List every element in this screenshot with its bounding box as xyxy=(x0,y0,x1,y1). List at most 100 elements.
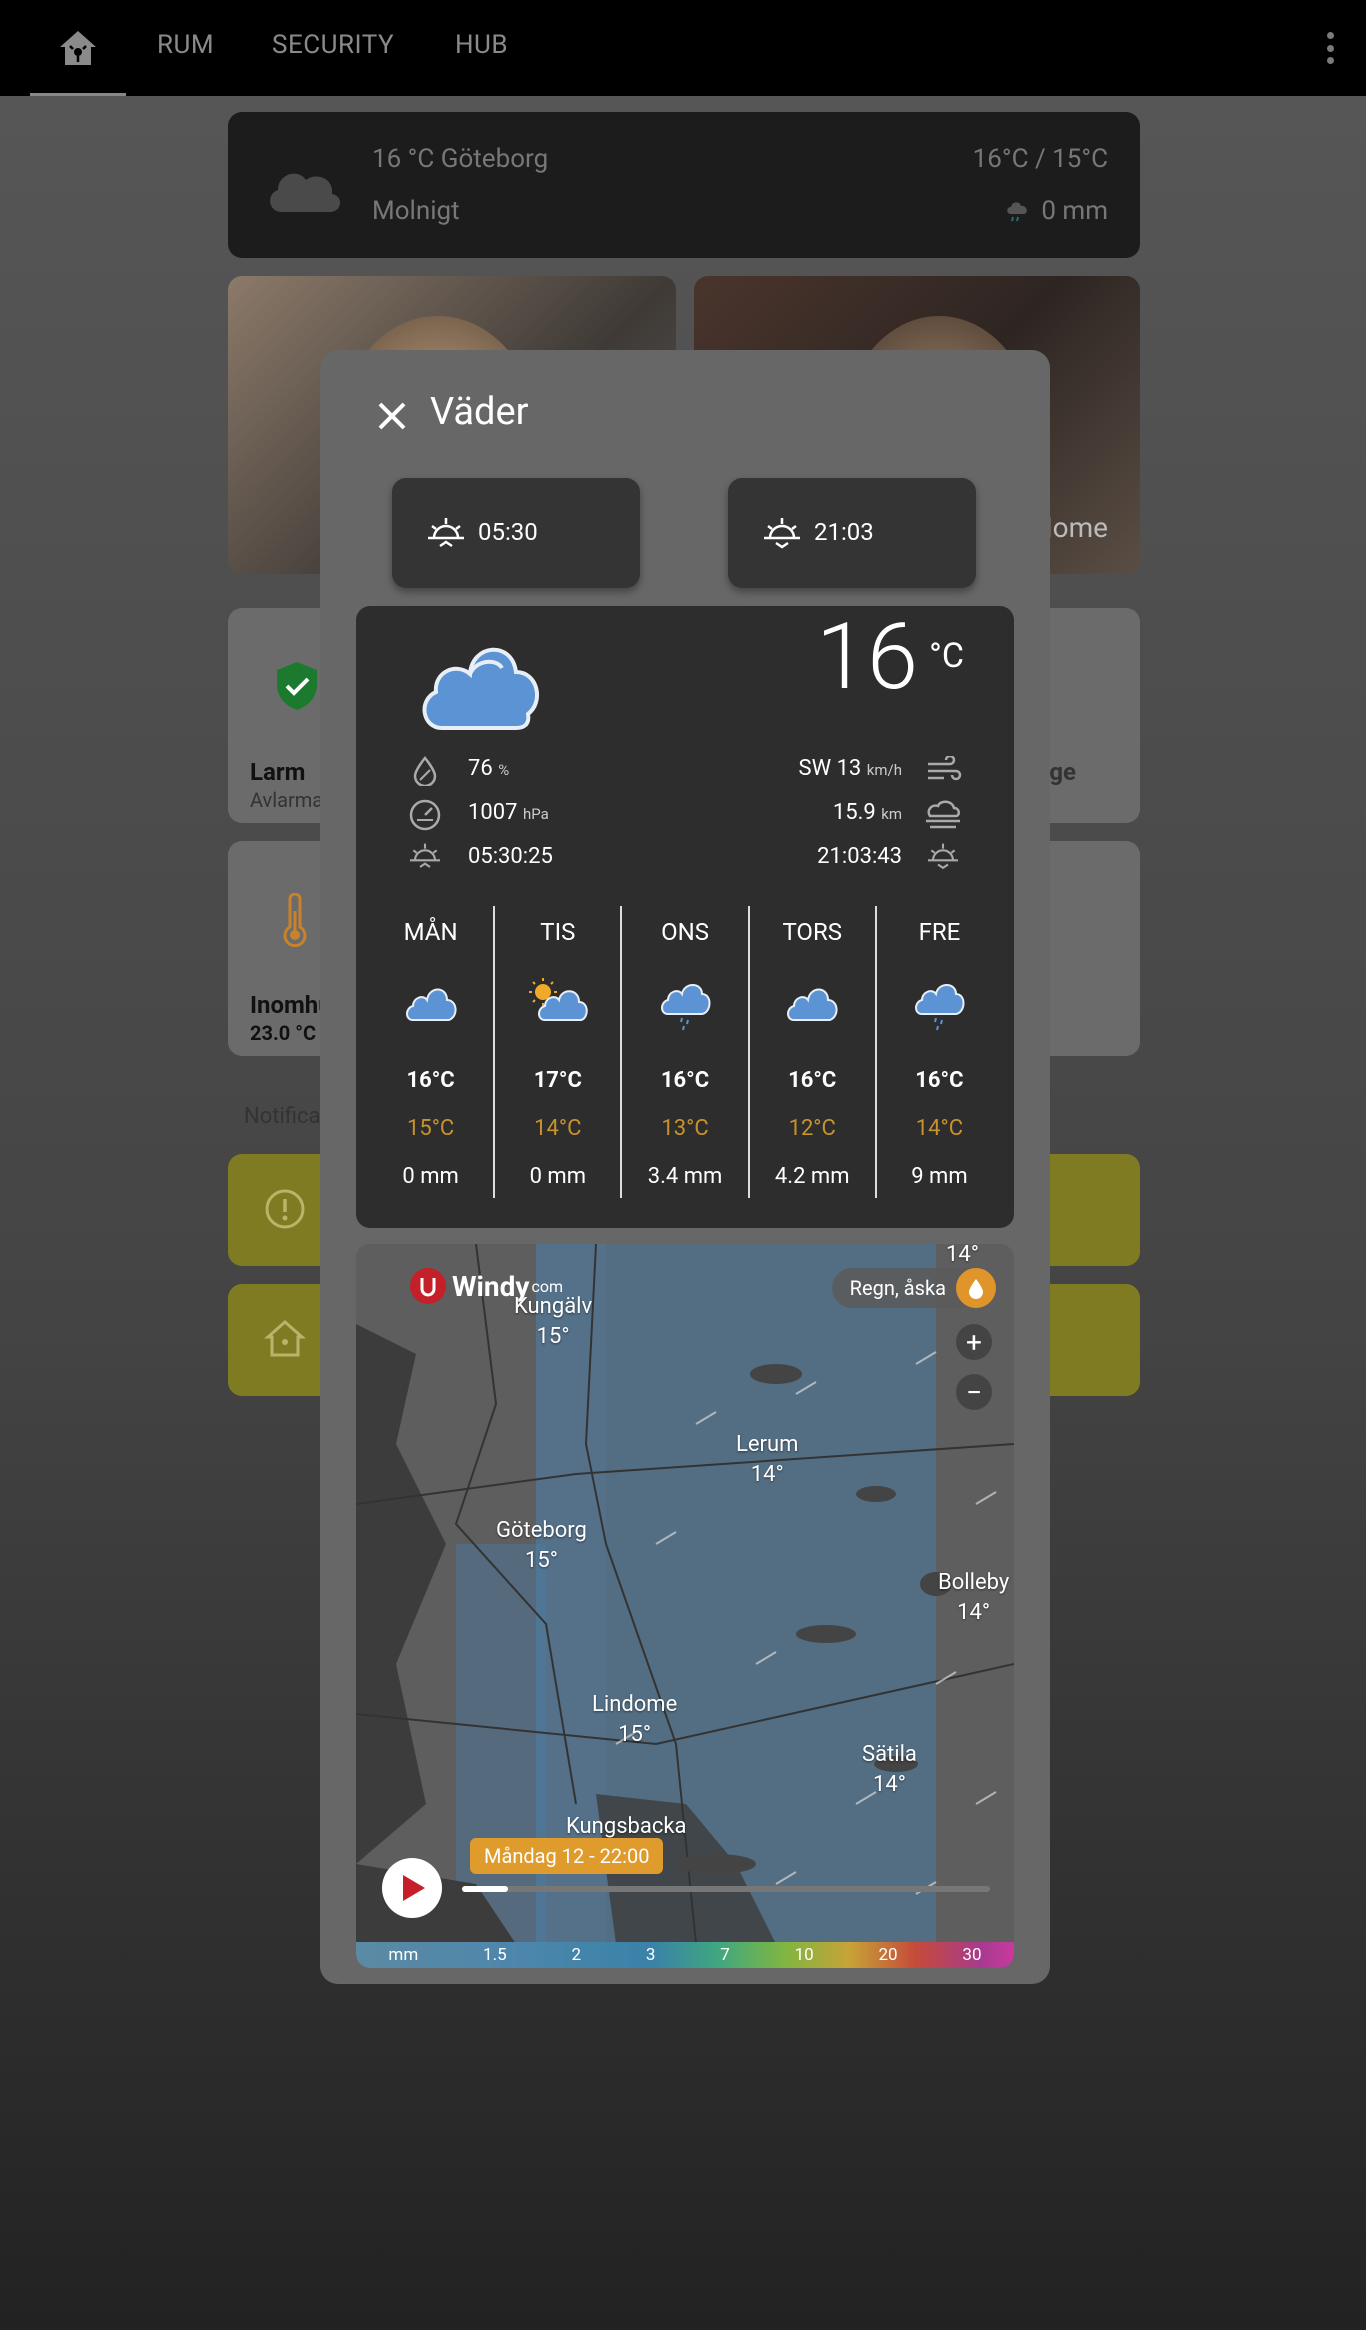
alarm-tile-state: Avlarmat xyxy=(250,788,330,812)
play-icon xyxy=(403,1875,425,1901)
current-temperature: 16 xyxy=(815,604,918,711)
tab-hub[interactable]: HUB xyxy=(455,30,508,60)
dialog-title: Väder xyxy=(430,390,529,434)
current-temperature-unit: °C xyxy=(929,636,964,676)
gauge-icon xyxy=(409,799,441,831)
zoom-in-button[interactable]: + xyxy=(956,1324,992,1360)
forecast-day-name: FRE xyxy=(918,918,961,946)
forecast-day-precip: 9 mm xyxy=(911,1164,968,1189)
forecast-day-precip: 0 mm xyxy=(529,1164,587,1189)
close-icon[interactable] xyxy=(372,396,412,436)
forecast-day-precip: 3.4 mm xyxy=(647,1164,723,1189)
map-city-label: Sätila 14° xyxy=(862,1742,917,1797)
precip-scale-legend: mm 1.5 2 3 7 10 20 30 xyxy=(356,1942,1014,1968)
forecast-day: FRE 16°C 14°C 9 mm xyxy=(874,906,1002,1198)
pressure-value: 1007 hPa xyxy=(468,800,549,825)
weather-summary-card[interactable]: 16 °C Göteborg Molnigt 16°C / 15°C 0 mm xyxy=(228,112,1140,258)
forecast-day-low: 15°C xyxy=(406,1116,455,1141)
forecast-card: 16 °C 76 % 1007 hPa 05:30:25 SW 13 km/h … xyxy=(356,604,1014,1228)
tab-rum[interactable]: RUM xyxy=(157,30,214,60)
timeline-slider[interactable] xyxy=(462,1886,990,1892)
sunset-icon xyxy=(928,843,958,870)
forecast-day-name: TIS xyxy=(540,918,576,946)
map-city-label: 14° xyxy=(946,1244,979,1267)
home-icon xyxy=(60,31,96,65)
tab-security[interactable]: SECURITY xyxy=(272,30,394,60)
home-assistant-icon xyxy=(264,1319,306,1357)
play-button[interactable] xyxy=(382,1858,442,1918)
indoor-temp-value: 23.0 °C xyxy=(250,1021,317,1045)
forecast-day-high: 16°C xyxy=(788,1068,837,1093)
forecast-day-low: 14°C xyxy=(915,1116,964,1141)
visibility-value: 15.9 km xyxy=(832,800,902,825)
forecast-day-name: ONS xyxy=(661,918,709,946)
forecast-day: TIS 17°C 14°C 0 mm xyxy=(493,906,620,1198)
sunset-icon xyxy=(764,518,800,549)
map-city-label: Kungälv 15° xyxy=(514,1294,593,1349)
sunset-button[interactable]: 21:03 xyxy=(728,478,976,588)
shield-check-icon xyxy=(277,662,317,710)
app-toolbar: RUM SECURITY HUB xyxy=(0,0,1366,96)
sunrise-time: 05:30:25 xyxy=(468,844,553,869)
scale-tick: 2 xyxy=(571,1945,582,1965)
weather-summary-precip: 0 mm xyxy=(1005,196,1108,226)
map-city-label: Lerum 14° xyxy=(736,1432,799,1487)
rain-drop-icon xyxy=(969,1279,983,1299)
daily-forecast: MÅN 16°C 15°C 0 mm TIS 17°C 14°C 0 mm ON… xyxy=(356,906,1014,1198)
humidity-icon xyxy=(413,756,437,786)
overflow-menu-icon[interactable] xyxy=(1318,28,1342,68)
forecast-day-high: 16°C xyxy=(915,1068,964,1093)
cloud-icon xyxy=(270,173,341,212)
weather-dialog: Väder 05:30 21:03 16 °C 76 % 1007 hPa 05… xyxy=(320,350,1050,1984)
rain-icon xyxy=(915,984,965,1031)
scale-tick: 3 xyxy=(645,1945,656,1965)
humidity-value: 76 % xyxy=(468,756,510,781)
thermometer-icon xyxy=(283,893,307,948)
zoom-out-button[interactable]: − xyxy=(956,1374,992,1410)
map-layer-label: Regn, åska xyxy=(849,1276,946,1300)
sunrise-icon xyxy=(428,518,464,548)
wind-value: SW 13 km/h xyxy=(798,756,902,781)
forecast-day-low: 12°C xyxy=(788,1116,836,1141)
sunset-button-label: 21:03 xyxy=(814,518,874,546)
timeline-tooltip: Måndag 12 - 22:00 xyxy=(470,1838,664,1874)
sunrise-icon xyxy=(410,843,440,868)
forecast-day-precip: 0 mm xyxy=(402,1164,459,1189)
forecast-day-high: 16°C xyxy=(660,1068,710,1093)
tab-home[interactable] xyxy=(30,0,126,96)
forecast-day-low: 13°C xyxy=(661,1116,709,1141)
rain-icon xyxy=(661,984,711,1031)
forecast-day-low: 14°C xyxy=(534,1116,582,1141)
scale-tick: 7 xyxy=(720,1945,730,1965)
forecast-day-high: 17°C xyxy=(533,1068,582,1093)
scale-tick: 10 xyxy=(794,1945,814,1965)
weather-summary-precip-value: 0 mm xyxy=(1041,196,1108,226)
cloudy-icon xyxy=(405,988,457,1021)
forecast-day: TORS 16°C 12°C 4.2 mm xyxy=(747,906,875,1198)
scale-tick: 20 xyxy=(878,1945,898,1965)
forecast-day-precip: 4.2 mm xyxy=(774,1164,850,1189)
alert-circle-icon xyxy=(265,1189,305,1229)
windy-logo-icon xyxy=(420,1278,436,1297)
weather-summary-title: 16 °C Göteborg xyxy=(372,144,549,174)
weather-summary-condition: Molnigt xyxy=(372,196,460,226)
map-terrain xyxy=(356,1244,1014,1968)
wind-icon xyxy=(928,756,962,781)
map-city-label: Göteborg 15° xyxy=(496,1518,587,1573)
forecast-day: ONS 16°C 13°C 3.4 mm xyxy=(620,906,747,1198)
scale-tick: 1.5 xyxy=(483,1945,507,1965)
sunrise-button[interactable]: 05:30 xyxy=(392,478,640,588)
sunrise-button-label: 05:30 xyxy=(478,518,538,546)
map-layer-selector[interactable]: Regn, åska xyxy=(831,1268,996,1308)
windy-map[interactable]: Windy com Regn, åska + − Kungälv 15° 14° … xyxy=(356,1244,1014,1968)
sunset-time: 21:03:43 xyxy=(817,844,902,869)
forecast-day: MÅN 16°C 15°C 0 mm xyxy=(368,906,493,1198)
forecast-day-name: TORS xyxy=(782,918,842,946)
alarm-tile-name: Larm xyxy=(250,758,306,786)
cloudy-icon xyxy=(787,988,838,1021)
forecast-day-name: MÅN xyxy=(403,918,458,946)
cloudy-icon xyxy=(422,647,539,730)
fog-icon xyxy=(926,800,960,829)
weather-summary-temps: 16°C / 15°C xyxy=(972,144,1108,174)
forecast-day-high: 16°C xyxy=(406,1068,455,1093)
